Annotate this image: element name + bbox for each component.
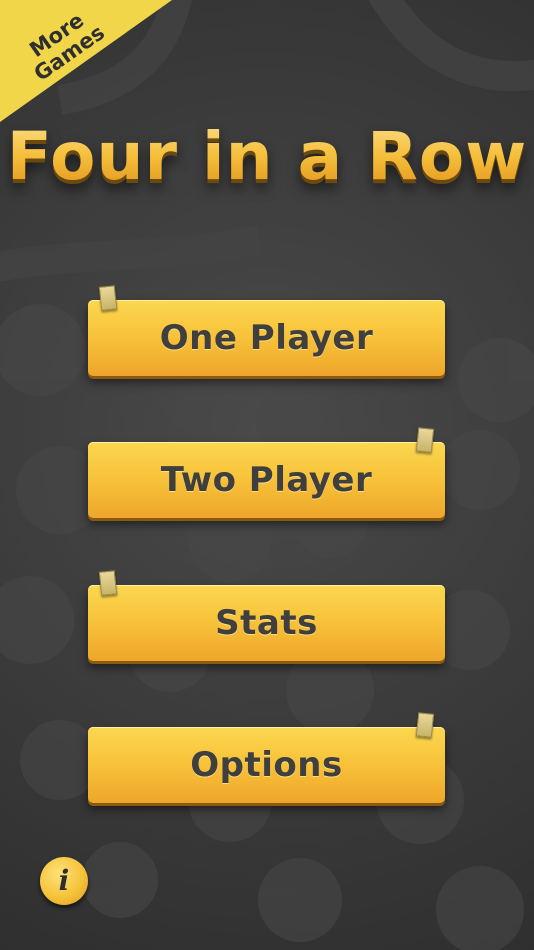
stats-label: Stats: [215, 603, 318, 643]
stats-button[interactable]: Stats: [88, 570, 445, 661]
two-player-button[interactable]: Two Player: [88, 427, 445, 518]
two-player-label: Two Player: [160, 460, 373, 500]
info-button[interactable]: i: [40, 857, 88, 905]
tape-decoration: [98, 285, 118, 311]
one-player-label: One Player: [159, 318, 374, 358]
tape-decoration: [98, 570, 118, 596]
one-player-button[interactable]: One Player: [88, 285, 445, 376]
info-icon: i: [58, 864, 70, 897]
options-label: Options: [190, 745, 343, 785]
tape-decoration: [415, 712, 435, 738]
tape-decoration: [415, 427, 435, 453]
options-button[interactable]: Options: [88, 712, 445, 803]
game-title: Four in a Row: [0, 118, 534, 195]
